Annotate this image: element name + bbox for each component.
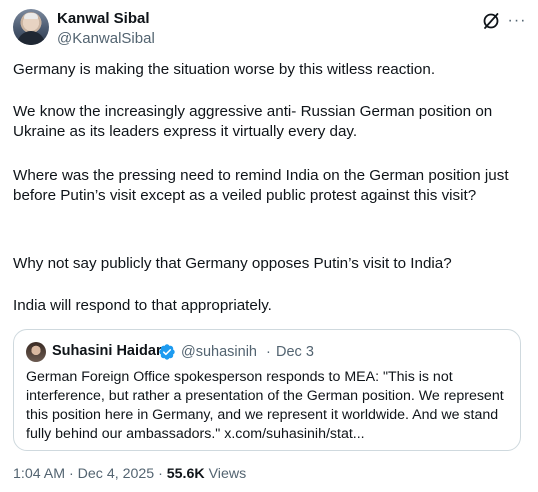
tweet-paragraph-3: Where was the pressing need to remind In…: [13, 167, 509, 204]
author-avatar[interactable]: [13, 9, 49, 45]
tweet-paragraph-2: We know the increasingly aggressive anti…: [13, 103, 493, 140]
grok-icon[interactable]: [481, 11, 501, 31]
quoted-author-name[interactable]: Suhasini Haidar: [52, 343, 162, 359]
views-label: Views: [204, 466, 247, 482]
tweet-paragraph-5: India will respond to that appropriately…: [13, 297, 272, 314]
author-name[interactable]: Kanwal Sibal: [57, 10, 150, 27]
tweet-header: Kanwal Sibal @KanwalSibal ···: [13, 9, 525, 49]
avatar-suit: [17, 31, 45, 45]
views-count: 55.6K: [166, 466, 205, 482]
quoted-text: German Foreign Office spokesperson respo…: [26, 369, 504, 442]
avatar-hair: [24, 13, 38, 19]
quoted-author-avatar[interactable]: [26, 342, 46, 362]
verified-badge-icon: [159, 344, 175, 360]
tweet-meta: 1:04 AM · Dec 4, 2025 · 55.6K Views: [13, 466, 246, 482]
tweet-paragraph-4: Why not say publicly that Germany oppose…: [13, 255, 452, 272]
more-icon[interactable]: ···: [507, 11, 527, 31]
quoted-tweet[interactable]: Suhasini Haidar @suhasinih · Dec 3 Germa…: [13, 329, 521, 451]
quoted-separator: ·: [266, 344, 271, 360]
tweet-timestamp[interactable]: 1:04 AM · Dec 4, 2025 ·: [13, 466, 167, 482]
author-handle[interactable]: @KanwalSibal: [57, 30, 155, 47]
quoted-author-handle[interactable]: @suhasinih: [181, 344, 257, 360]
quoted-date[interactable]: Dec 3: [276, 344, 314, 360]
tweet-paragraph-1: Germany is making the situation worse by…: [13, 61, 436, 78]
